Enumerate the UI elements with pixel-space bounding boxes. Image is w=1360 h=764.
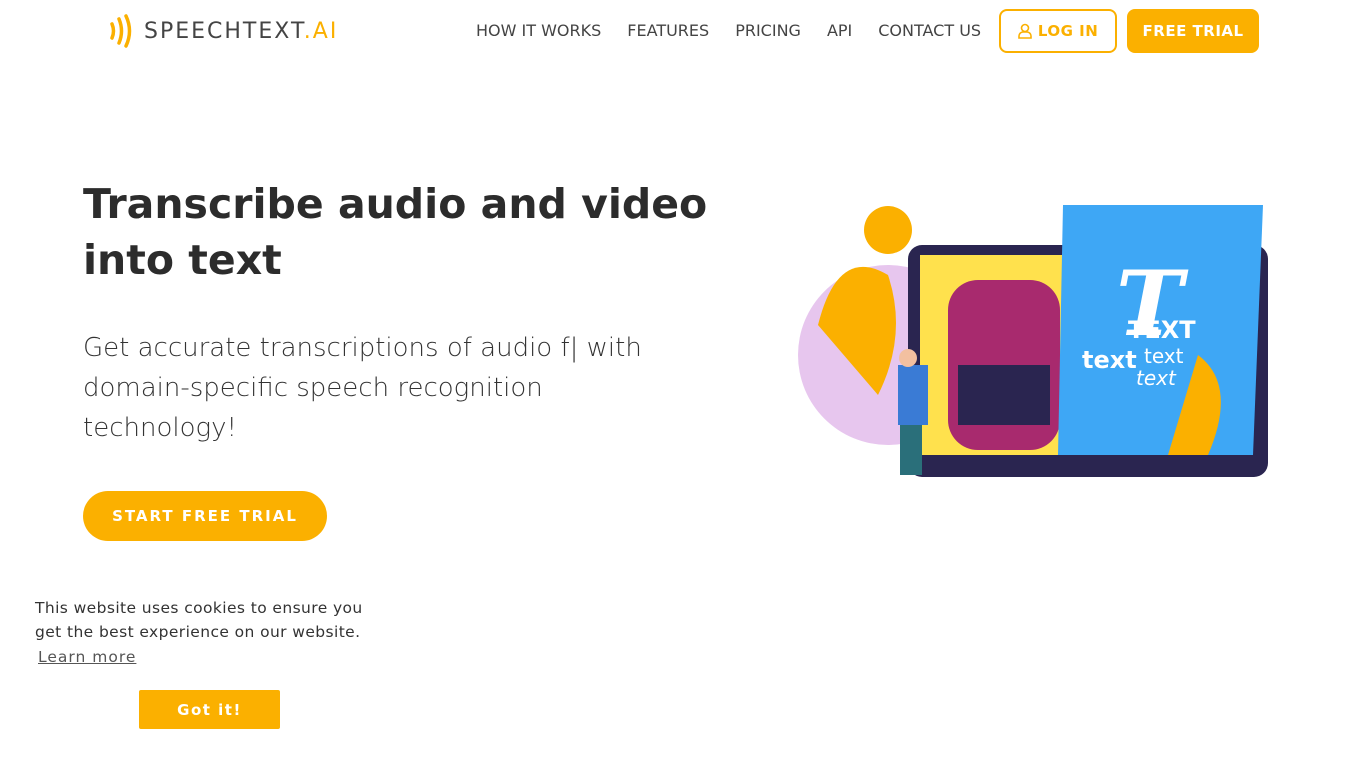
- login-label: LOG IN: [1037, 22, 1099, 40]
- free-trial-button[interactable]: FREE TRIAL: [1127, 9, 1260, 53]
- illustration-word: TEXT: [1128, 316, 1196, 344]
- user-icon: [1018, 23, 1032, 39]
- login-button[interactable]: LOG IN: [999, 9, 1118, 53]
- nav-features[interactable]: FEATURES: [627, 9, 709, 53]
- logo-text: SPEECHTEXT.AI: [144, 18, 339, 44]
- learn-more-link[interactable]: Learn more: [38, 648, 136, 666]
- illustration-word: text: [1144, 344, 1184, 368]
- main-nav: HOW IT WORKS FEATURES PRICING API CONTAC…: [476, 9, 1260, 53]
- cookie-accept-button[interactable]: Got it!: [139, 690, 280, 729]
- nav-pricing[interactable]: PRICING: [735, 9, 801, 53]
- start-free-trial-button[interactable]: START FREE TRIAL: [83, 491, 327, 541]
- hero-title: Transcribe audio and video into text: [83, 180, 708, 284]
- hero-subtitle: Get accurate transcriptions of audio f| …: [83, 333, 642, 443]
- nav-how-it-works[interactable]: HOW IT WORKS: [476, 9, 601, 53]
- hero-illustration: T TEXT text text text: [798, 205, 1268, 477]
- nav-contact-us[interactable]: CONTACT US: [878, 9, 981, 53]
- cookie-message: This website uses cookies to ensure you …: [35, 599, 363, 641]
- sound-waves-icon: [110, 14, 132, 48]
- logo[interactable]: SPEECHTEXT.AI: [108, 14, 338, 48]
- nav-api[interactable]: API: [827, 9, 852, 53]
- illustration-word: text: [1082, 346, 1137, 374]
- cookie-banner: This website uses cookies to ensure you …: [35, 596, 375, 729]
- illustration-word: text: [1136, 366, 1177, 390]
